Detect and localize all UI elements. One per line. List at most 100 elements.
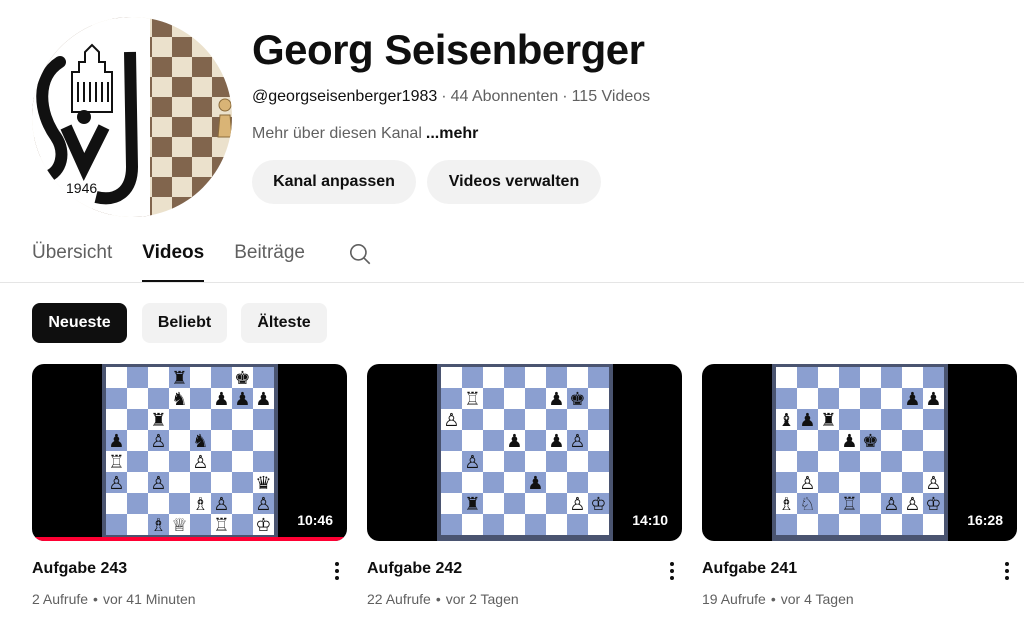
chess-piece: ♙ (925, 473, 941, 494)
video-thumbnail[interactable]: ♖ ♟ ♚ ♙ ♟ ♟ ♙ ♙ ♟ ♜ ♙ ♔ 14:10 (367, 364, 682, 541)
chip-popular[interactable]: Beliebt (142, 303, 227, 343)
chess-piece: ♟ (213, 389, 229, 410)
chip-newest[interactable]: Neueste (32, 303, 127, 343)
board-square (483, 409, 504, 430)
board-square (525, 430, 546, 451)
board-square (839, 388, 860, 409)
chess-piece: ♟ (925, 389, 941, 410)
board-square (902, 472, 923, 493)
board-square (776, 451, 797, 472)
chess-piece: ♟ (904, 389, 920, 410)
video-duration: 10:46 (293, 509, 337, 531)
video-thumbnail[interactable]: ♜ ♚ ♞ ♟ ♟ ♟ ♜ ♟ ♙ ♞ ♖ ♙ ♙ ♙ ♛ ♗ ♙ ♙ ♗ ♕ ♖ ♔ 10:46 (32, 364, 347, 541)
tab-overview[interactable]: Übersicht (32, 232, 112, 282)
board-square (881, 472, 902, 493)
board-square (483, 451, 504, 472)
board-square (127, 367, 148, 388)
board-square (588, 409, 609, 430)
board-square (504, 409, 525, 430)
customize-channel-button[interactable]: Kanal anpassen (252, 160, 416, 204)
board-square (839, 514, 860, 535)
board-square (504, 367, 525, 388)
video-title[interactable]: Aufgabe 241 (702, 560, 797, 578)
more-link[interactable]: ...mehr (426, 125, 478, 142)
video-thumbnail[interactable]: ♟ ♟ ♝ ♟ ♜ ♟ ♚ ♙ ♙ ♗ ♘ ♖ ♙ ♙ ♔ 16:28 (702, 364, 1017, 541)
chip-oldest[interactable]: Älteste (241, 303, 327, 343)
board-square (190, 388, 211, 409)
chess-piece: ♜ (171, 368, 187, 389)
board-square (127, 388, 148, 409)
chess-piece: ♙ (255, 494, 271, 515)
board-square (504, 514, 525, 535)
board-square (567, 451, 588, 472)
board-square (253, 409, 274, 430)
search-icon[interactable] (347, 232, 373, 272)
chess-piece: ♚ (569, 389, 585, 410)
chess-piece: ♝ (778, 410, 794, 431)
video-card[interactable]: ♜ ♚ ♞ ♟ ♟ ♟ ♜ ♟ ♙ ♞ ♖ ♙ ♙ ♙ ♛ ♗ ♙ ♙ ♗ ♕ ♖ ♔ 10:46 Aufgabe 243… (32, 364, 347, 607)
chess-piece: ♟ (548, 431, 564, 452)
board-square (525, 409, 546, 430)
chess-piece: ♖ (213, 515, 229, 536)
meta-dot: • (93, 591, 98, 607)
chess-piece: ♟ (527, 473, 543, 494)
board-square (190, 367, 211, 388)
board-square (902, 514, 923, 535)
board-square (567, 409, 588, 430)
chessboard-thumbnail: ♜ ♚♞ ♟ ♟ ♟♜♟ ♙ ♞♖ ♙♙ ♙ ♛♗ ♙ ♙♗ ♕ ♖ ♔ (102, 364, 278, 541)
board-square (923, 430, 944, 451)
chessboard-thumbnail: ♖ ♟ ♚♙♟ ♟ ♙♙♟♜ ♙ ♔ (437, 364, 613, 541)
video-title[interactable]: Aufgabe 243 (32, 560, 127, 578)
board-square (462, 472, 483, 493)
tab-videos[interactable]: Videos (142, 232, 204, 282)
chess-piece: ♙ (150, 473, 166, 494)
board-square (504, 388, 525, 409)
board-square (839, 367, 860, 388)
video-card[interactable]: ♟ ♟ ♝ ♟ ♜ ♟ ♚ ♙ ♙ ♗ ♘ ♖ ♙ ♙ ♔ 16:28 Aufgabe 241 19 Auf… (702, 364, 1017, 607)
board-square (567, 367, 588, 388)
board-square (462, 367, 483, 388)
channel-tabs: Übersicht Videos Beiträge (32, 232, 373, 282)
board-square (211, 430, 232, 451)
chess-piece: ♔ (590, 494, 606, 515)
chess-piece: ♞ (171, 389, 187, 410)
board-square (441, 430, 462, 451)
chess-piece: ♗ (150, 515, 166, 536)
video-title[interactable]: Aufgabe 242 (367, 560, 462, 578)
board-square (902, 451, 923, 472)
board-square (211, 367, 232, 388)
board-square (106, 388, 127, 409)
meta-separator: · (441, 88, 447, 105)
channel-avatar[interactable]: 1946 (32, 17, 232, 217)
board-square (546, 472, 567, 493)
video-card[interactable]: ♖ ♟ ♚ ♙ ♟ ♟ ♙ ♙ ♟ ♜ ♙ ♔ 14:10 Aufgabe 242 22 Aufruf… (367, 364, 682, 607)
video-views: 2 Aufrufe (32, 591, 89, 607)
board-square (169, 409, 190, 430)
board-square (546, 409, 567, 430)
board-square (818, 493, 839, 514)
board-square (148, 451, 169, 472)
more-vert-icon[interactable] (662, 558, 682, 584)
chess-piece: ♛ (255, 473, 271, 494)
board-square (483, 367, 504, 388)
board-square (839, 451, 860, 472)
board-square (818, 472, 839, 493)
board-square (232, 409, 253, 430)
tab-posts[interactable]: Beiträge (234, 232, 305, 282)
more-vert-icon[interactable] (997, 558, 1017, 584)
board-square (127, 451, 148, 472)
channel-about[interactable]: Mehr über diesen Kanal ...mehr (252, 125, 478, 143)
video-meta: 2 Aufrufe • vor 41 Minuten (32, 591, 196, 607)
board-square (148, 367, 169, 388)
manage-videos-button[interactable]: Videos verwalten (427, 160, 601, 204)
board-square (797, 514, 818, 535)
board-square (253, 451, 274, 472)
chess-piece: ♗ (192, 494, 208, 515)
board-square (881, 409, 902, 430)
board-square (483, 388, 504, 409)
more-vert-icon[interactable] (327, 558, 347, 584)
channel-meta: @georgseisenberger1983 · 44 Abonnenten · 115… (252, 88, 650, 106)
chess-piece: ♟ (108, 431, 124, 452)
board-square (546, 514, 567, 535)
board-square (232, 451, 253, 472)
